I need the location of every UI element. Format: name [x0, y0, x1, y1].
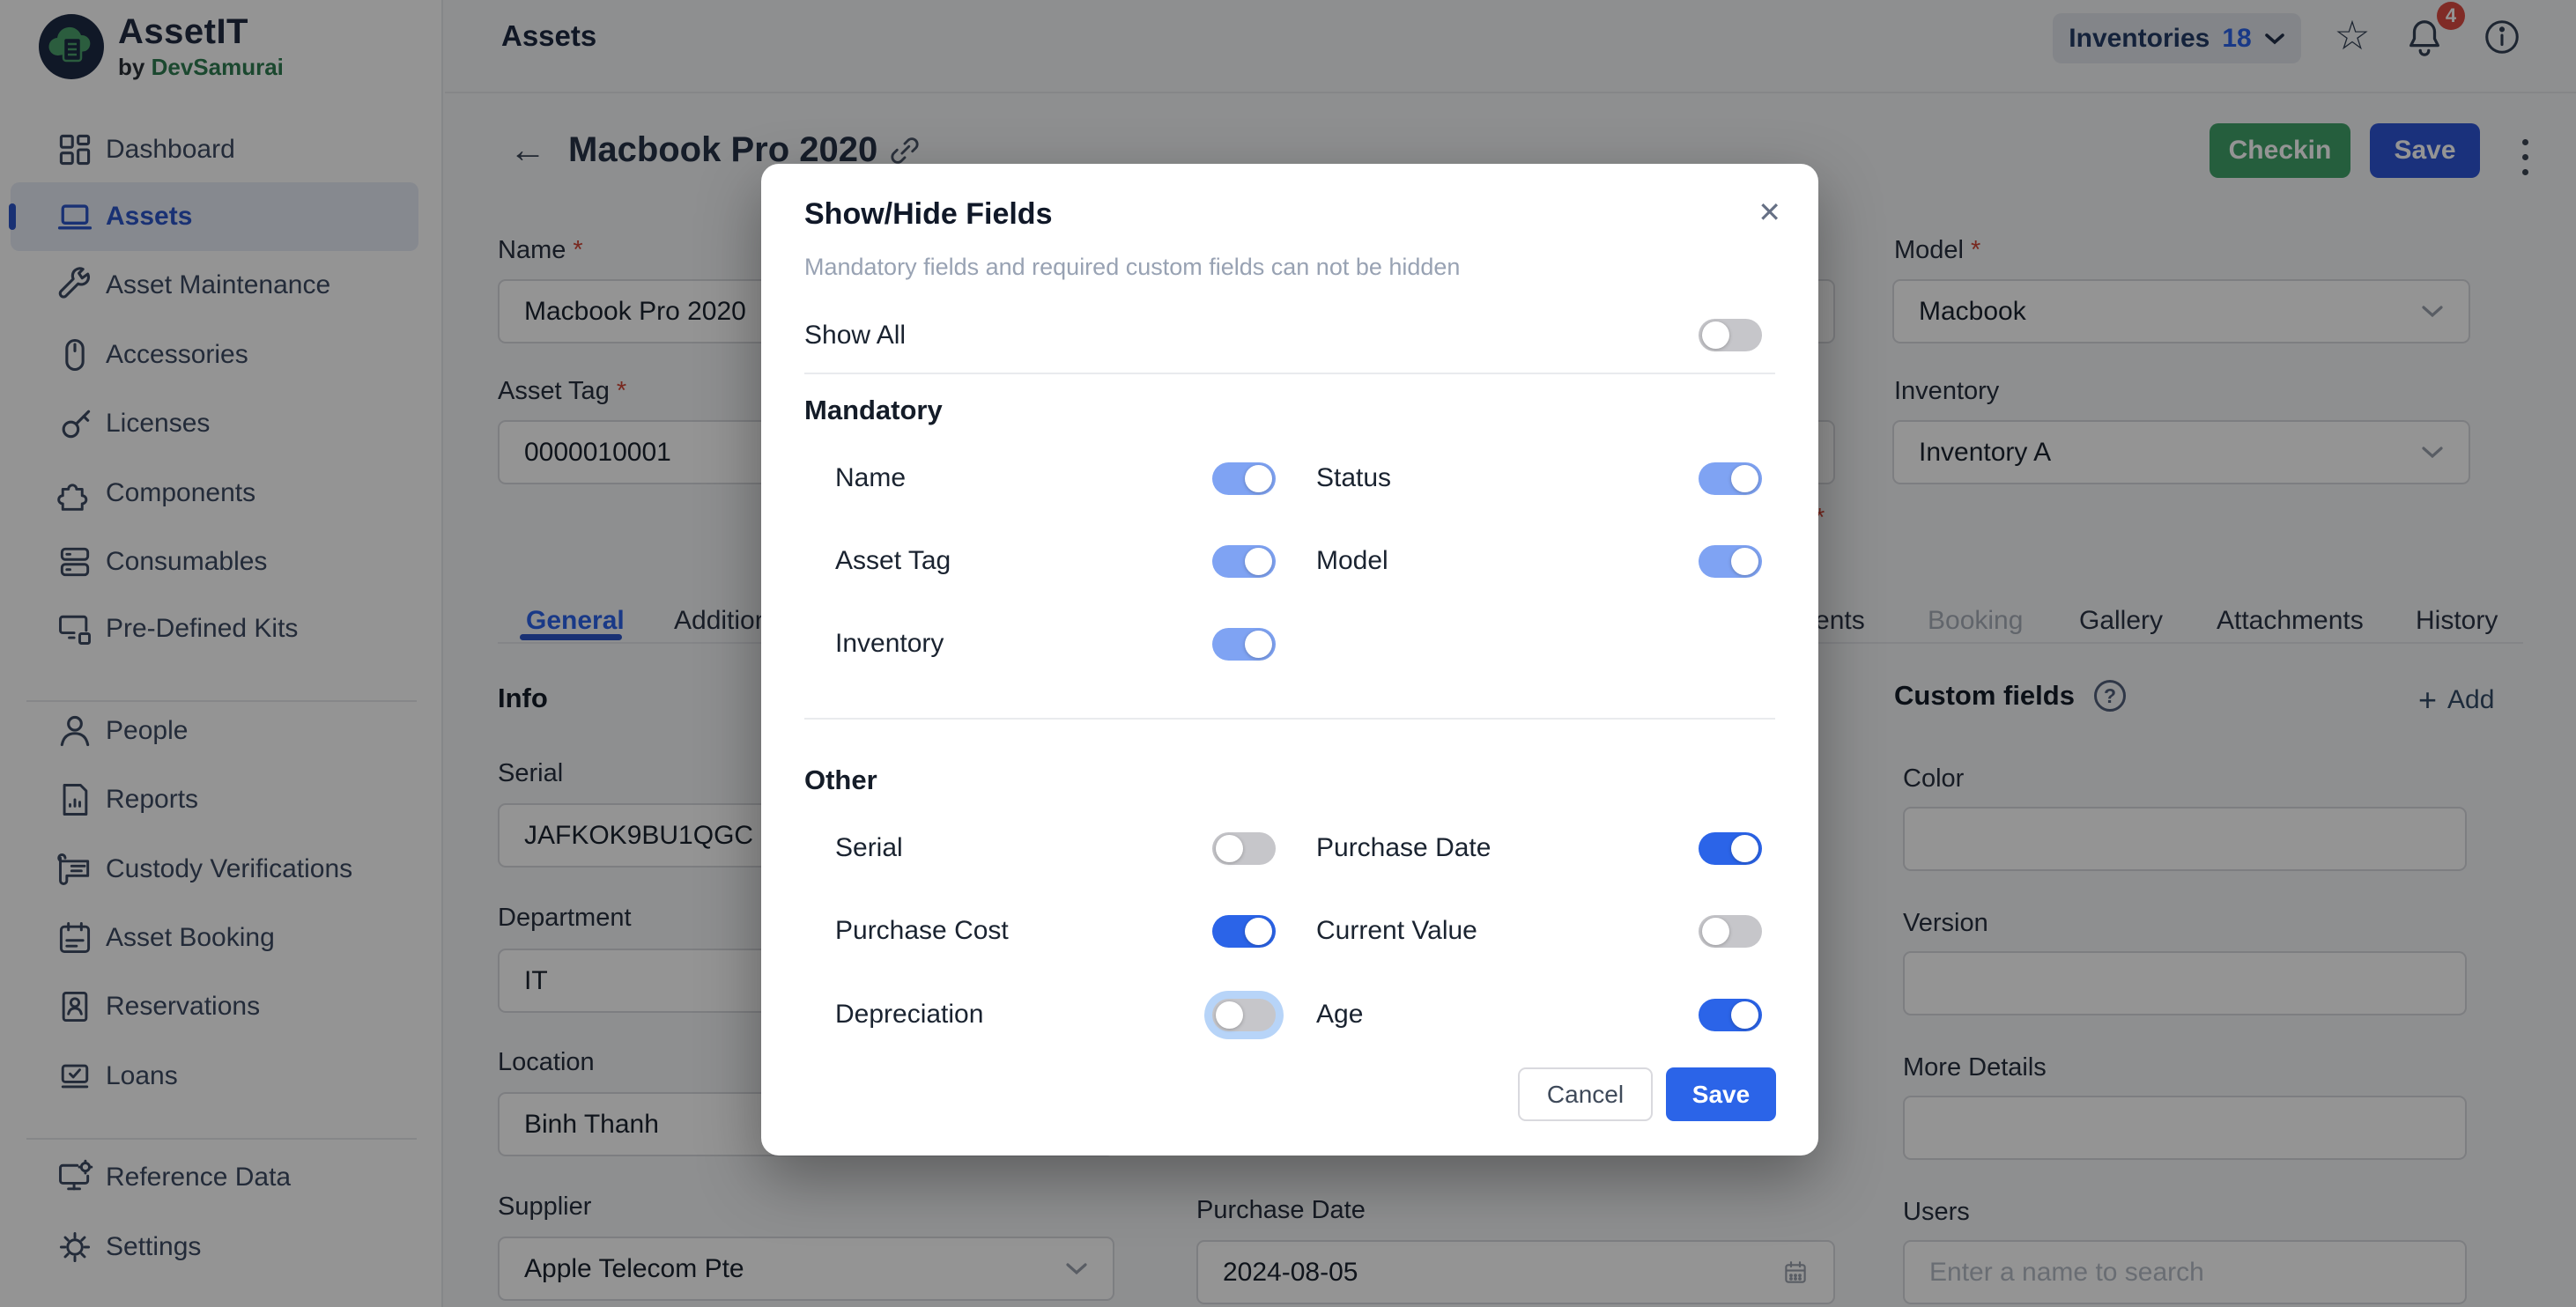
- other-section-heading: Other: [804, 764, 877, 796]
- field-toggle-label: Depreciation: [835, 1000, 983, 1030]
- toggle-model[interactable]: [1699, 545, 1762, 578]
- field-toggle-label: Status: [1316, 463, 1391, 493]
- field-toggle-label: Serial: [835, 833, 903, 863]
- modal-cancel-button[interactable]: Cancel: [1518, 1067, 1653, 1121]
- field-toggle-label: Model: [1316, 546, 1388, 576]
- field-toggle-label: Purchase Cost: [835, 916, 1009, 946]
- field-toggle-label: Age: [1316, 1000, 1363, 1030]
- modal-subtitle: Mandatory fields and required custom fie…: [804, 254, 1460, 281]
- field-toggle-label: Name: [835, 463, 906, 493]
- modal-save-button[interactable]: Save: [1666, 1067, 1776, 1121]
- toggle-current-value[interactable]: [1699, 915, 1762, 948]
- toggle-depreciation[interactable]: [1212, 999, 1276, 1031]
- modal-divider: [804, 718, 1775, 720]
- show-all-label: Show All: [804, 321, 906, 351]
- field-toggle-label: Asset Tag: [835, 546, 951, 576]
- field-toggle-label: Purchase Date: [1316, 833, 1491, 863]
- show-all-toggle[interactable]: [1699, 319, 1762, 351]
- field-toggle-label: Inventory: [835, 629, 944, 659]
- close-icon[interactable]: ✕: [1758, 196, 1781, 229]
- toggle-age[interactable]: [1699, 999, 1762, 1031]
- toggle-name[interactable]: [1212, 462, 1276, 495]
- toggle-serial[interactable]: [1212, 832, 1276, 865]
- modal-divider: [804, 373, 1775, 374]
- toggle-status[interactable]: [1699, 462, 1762, 495]
- toggle-purchase-cost[interactable]: [1212, 915, 1276, 948]
- modal-title: Show/Hide Fields: [804, 197, 1052, 232]
- toggle-purchase-date[interactable]: [1699, 832, 1762, 865]
- toggle-inventory[interactable]: [1212, 628, 1276, 661]
- mandatory-section-heading: Mandatory: [804, 395, 943, 426]
- toggle-asset-tag[interactable]: [1212, 545, 1276, 578]
- show-hide-fields-modal: Show/Hide Fields ✕ Mandatory fields and …: [761, 164, 1818, 1156]
- field-toggle-label: Current Value: [1316, 916, 1477, 946]
